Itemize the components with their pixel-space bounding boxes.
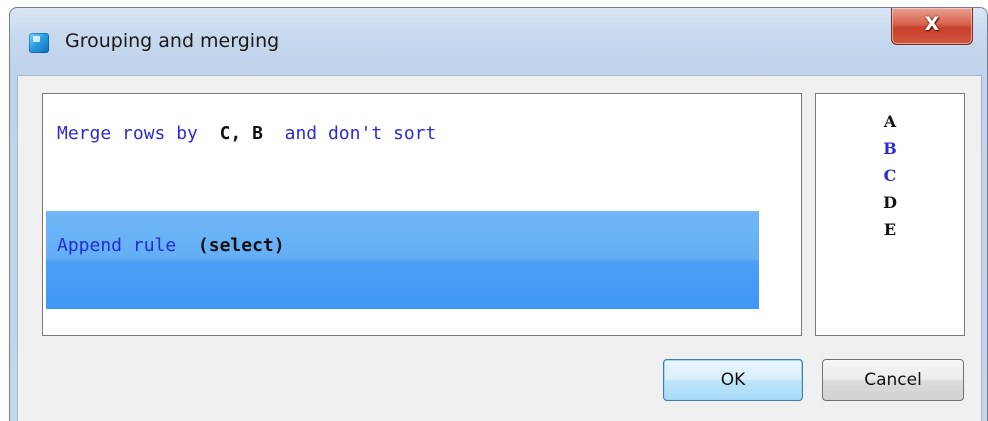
dialog-body: Merge rows by C, B and don't sort Append… [17, 75, 982, 421]
rules-panel: Merge rows by C, B and don't sort Append… [42, 93, 802, 336]
dialog-window: Grouping and merging X Merge rows by C, … [9, 7, 988, 421]
column-item-a[interactable]: A [816, 108, 964, 135]
merge-rule-columns[interactable]: C, B [220, 123, 263, 144]
window-title: Grouping and merging [65, 30, 280, 52]
column-item-d[interactable]: D [816, 189, 964, 216]
ok-button[interactable]: OK [663, 359, 803, 401]
merge-rule-sort[interactable]: and don't sort [285, 123, 437, 144]
merge-rule-prefix[interactable]: Merge rows by [57, 123, 198, 144]
column-item-c[interactable]: C [816, 162, 964, 189]
append-rule-label[interactable]: Append rule [57, 235, 176, 256]
columns-panel: ABCDE [815, 93, 965, 336]
app-icon [29, 33, 49, 53]
append-rule-row[interactable]: Append rule (select) [46, 211, 759, 309]
column-item-e[interactable]: E [816, 216, 964, 243]
append-rule-select[interactable]: (select) [198, 235, 285, 256]
close-icon: X [924, 13, 940, 35]
cancel-button[interactable]: Cancel [822, 359, 964, 401]
close-button[interactable]: X [891, 8, 973, 45]
merge-rule[interactable]: Merge rows by C, B and don't sort [57, 123, 436, 144]
title-bar[interactable]: Grouping and merging X [10, 8, 987, 75]
columns-list: ABCDE [816, 108, 964, 243]
column-item-b[interactable]: B [816, 135, 964, 162]
